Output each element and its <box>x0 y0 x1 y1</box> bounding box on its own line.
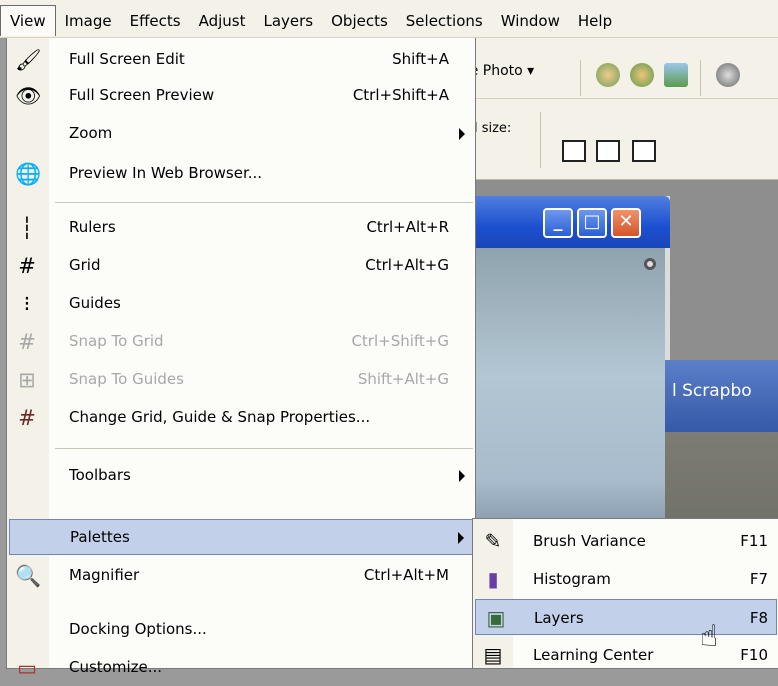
snap-guides-icon: ⊞ <box>18 368 36 392</box>
menu-item-toolbars[interactable]: Toolbars <box>7 458 475 494</box>
menu-item-label: Full Screen Edit <box>69 50 185 68</box>
close-icon[interactable]: ✕ <box>611 208 641 238</box>
menu-item-full-screen-preview[interactable]: 👁 Full Screen Preview Ctrl+Shift+A <box>7 78 475 114</box>
person-icon[interactable] <box>596 63 620 87</box>
palettes-submenu: ✎ Brush Variance F11 ▮ Histogram F7 ▣ La… <box>472 518 778 669</box>
web-browser-icon: 🌐 <box>15 162 42 186</box>
menu-image[interactable]: Image <box>56 6 121 36</box>
submenu-item-label: Histogram <box>533 570 611 588</box>
toolbar-separator <box>580 60 581 96</box>
menu-item-shortcut: Ctrl+Alt+R <box>366 218 449 236</box>
snap-grid-icon: # <box>18 330 36 354</box>
menu-item-shortcut: Ctrl+Alt+G <box>365 256 449 274</box>
layers-icon: ▣ <box>486 606 506 630</box>
menu-item-full-screen-edit[interactable]: 🖌 Full Screen Edit Shift+A <box>7 42 475 78</box>
menu-item-label: Grid <box>69 256 101 274</box>
menu-item-label: Magnifier <box>69 566 140 584</box>
menu-item-label: Preview In Web Browser... <box>69 164 263 182</box>
submenu-item-shortcut: F8 <box>749 609 768 627</box>
histogram-icon: ▮ <box>487 567 499 591</box>
menu-item-label: Guides <box>69 294 121 312</box>
menu-item-preview-web-browser[interactable]: 🌐 Preview In Web Browser... <box>7 156 475 192</box>
menu-item-label: Snap To Grid <box>69 332 164 350</box>
grid-properties-icon: # <box>18 406 36 430</box>
submenu-arrow-icon <box>458 532 464 544</box>
submenu-item-layers[interactable]: ▣ Layers F8 <box>475 599 777 635</box>
menu-item-label: Toolbars <box>69 466 131 484</box>
submenu-item-label: Layers <box>534 609 584 627</box>
menu-separator <box>55 448 473 449</box>
menu-item-label: Docking Options... <box>69 620 207 638</box>
menu-item-zoom[interactable]: Zoom <box>7 116 475 152</box>
rotate-handle-icon[interactable] <box>644 258 656 270</box>
magnifier-icon: 🔍 <box>15 564 42 588</box>
menu-window[interactable]: Window <box>492 6 569 36</box>
view-menu: 🖌 Full Screen Edit Shift+A 👁 Full Screen… <box>6 38 476 680</box>
menu-item-guides[interactable]: ⁝ Guides <box>7 286 475 322</box>
menu-item-docking-options[interactable]: Docking Options... <box>7 612 475 648</box>
fit-image-icon[interactable] <box>596 140 620 162</box>
menu-adjust[interactable]: Adjust <box>190 6 255 36</box>
full-screen-edit-icon: 🖌 <box>15 48 42 72</box>
menu-item-label: Change Grid, Guide & Snap Properties... <box>69 408 371 426</box>
menu-item-label: Customize... <box>69 658 163 676</box>
menu-item-shortcut: Ctrl+Alt+M <box>363 566 449 584</box>
menu-item-snap-to-grid: # Snap To Grid Ctrl+Shift+G <box>7 324 475 360</box>
menu-effects[interactable]: Effects <box>121 6 190 36</box>
tool-icon[interactable] <box>716 63 740 87</box>
learning-center-icon: ▤ <box>483 643 503 667</box>
menu-item-rulers[interactable]: ┆ Rulers Ctrl+Alt+R <box>7 210 475 246</box>
menu-item-shortcut: Shift+Alt+G <box>357 370 449 388</box>
grid-icon: # <box>18 254 36 278</box>
menu-item-shortcut: Ctrl+Shift+A <box>352 86 449 104</box>
submenu-item-histogram[interactable]: ▮ Histogram F7 <box>473 561 778 597</box>
menu-item-shortcut: Ctrl+Shift+G <box>351 332 449 350</box>
menu-item-palettes[interactable]: Palettes <box>9 519 473 555</box>
menu-bar: View Image Effects Adjust Layers Objects… <box>0 0 778 38</box>
submenu-arrow-icon <box>459 128 465 140</box>
menu-item-label: Snap To Guides <box>69 370 184 388</box>
menu-view[interactable]: View <box>0 5 56 36</box>
maximize-icon[interactable]: □ <box>577 208 607 238</box>
submenu-item-learning-center[interactable]: ▤ Learning Center F10 <box>473 637 778 673</box>
toolbar-separator <box>540 112 541 168</box>
menu-selections[interactable]: Selections <box>397 6 492 36</box>
menu-item-grid-properties[interactable]: # Change Grid, Guide & Snap Properties..… <box>7 400 475 436</box>
submenu-item-shortcut: F10 <box>740 646 768 664</box>
menu-item-grid[interactable]: # Grid Ctrl+Alt+G <box>7 248 475 284</box>
people-icon[interactable] <box>630 63 654 87</box>
menu-separator <box>55 202 473 203</box>
submenu-item-shortcut: F11 <box>740 532 768 550</box>
menu-item-label: Full Screen Preview <box>69 86 215 104</box>
fit-window-icon[interactable] <box>562 140 586 162</box>
full-screen-preview-icon: 👁 <box>15 84 42 108</box>
submenu-item-brush-variance[interactable]: ✎ Brush Variance F11 <box>473 523 778 559</box>
menu-item-customize[interactable]: ▭ Customize... <box>7 650 475 686</box>
customize-icon: ▭ <box>17 656 37 680</box>
menu-item-label: Palettes <box>70 528 130 546</box>
rulers-icon: ┆ <box>20 216 34 240</box>
submenu-item-label: Brush Variance <box>533 532 646 550</box>
guides-icon: ⁝ <box>23 292 31 316</box>
menu-item-magnifier[interactable]: 🔍 Magnifier Ctrl+Alt+M <box>7 558 475 594</box>
submenu-item-label: Learning Center <box>533 646 654 664</box>
menu-layers[interactable]: Layers <box>254 6 322 36</box>
brush-variance-icon: ✎ <box>484 529 502 553</box>
menu-item-label: Zoom <box>69 124 113 142</box>
menu-item-shortcut: Shift+A <box>392 50 449 68</box>
menu-objects[interactable]: Objects <box>322 6 397 36</box>
actual-size-icon[interactable] <box>632 140 656 162</box>
hand-cursor-icon: ☝ <box>700 619 719 654</box>
submenu-arrow-icon <box>459 470 465 482</box>
minimize-icon[interactable]: _ <box>543 208 573 238</box>
toolbar-separator <box>700 60 701 96</box>
menu-help[interactable]: Help <box>569 6 621 36</box>
second-window-title: l Scrapbo <box>672 381 752 401</box>
menu-item-label: Rulers <box>69 218 116 236</box>
submenu-item-shortcut: F7 <box>749 570 768 588</box>
picture-icon[interactable] <box>664 63 688 87</box>
menu-item-snap-to-guides: ⊞ Snap To Guides Shift+Alt+G <box>7 362 475 398</box>
